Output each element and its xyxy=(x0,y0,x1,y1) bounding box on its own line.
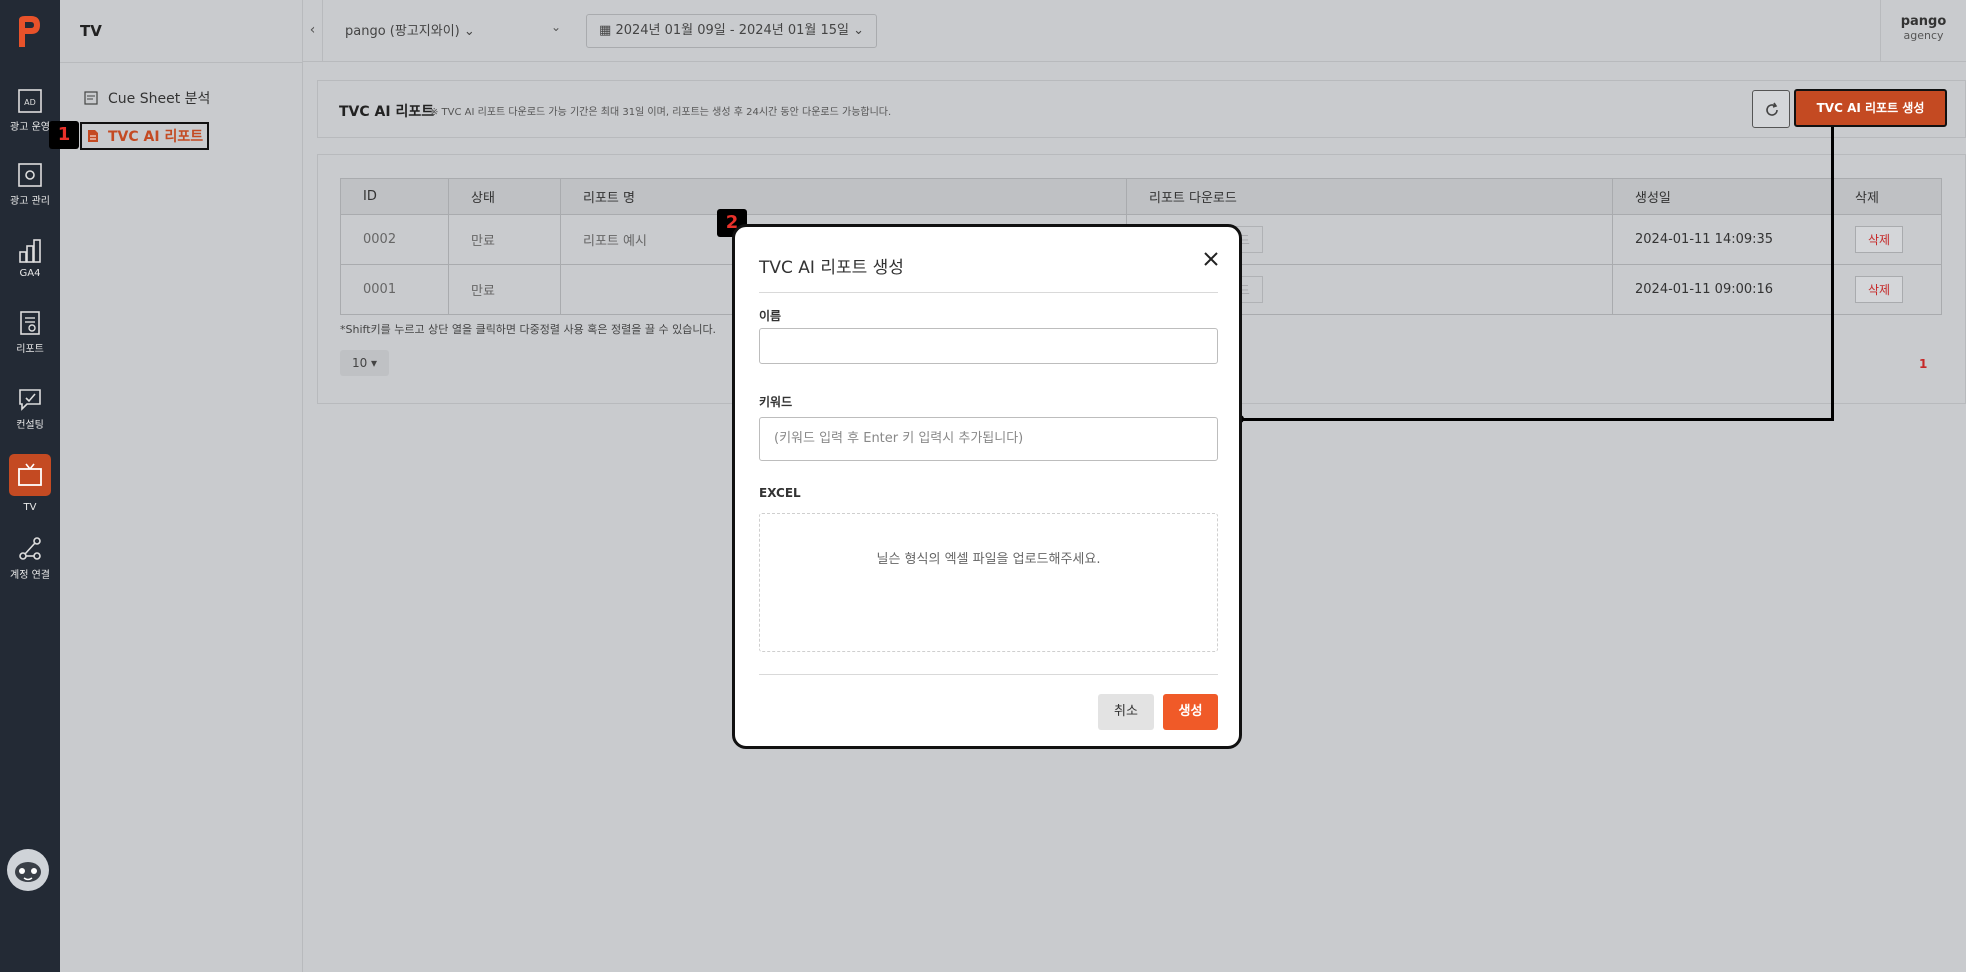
cell-id: 0001 xyxy=(340,264,449,315)
app-logo[interactable] xyxy=(13,14,41,48)
cell-delete: 삭제 xyxy=(1832,264,1942,315)
sidebar-item-label: Cue Sheet 분석 xyxy=(108,91,211,107)
secondary-sidebar: TV Cue Sheet 분석 TVC AI 리포트 xyxy=(60,0,303,972)
name-label: 이름 xyxy=(759,309,782,323)
refresh-icon xyxy=(1766,102,1778,116)
document-icon xyxy=(88,130,98,142)
rail-label: TV xyxy=(23,502,37,513)
cell-created: 2024-01-11 09:00:16 xyxy=(1612,264,1833,315)
col-id[interactable]: ID xyxy=(340,178,449,215)
user-menu[interactable]: pango agency xyxy=(1880,0,1966,62)
sidebar-item-cue-sheet[interactable]: Cue Sheet 분석 xyxy=(84,88,210,108)
modal-divider xyxy=(759,674,1218,675)
delete-button[interactable]: 삭제 xyxy=(1855,226,1904,253)
user-role: agency xyxy=(1903,29,1944,42)
rail-label: 리포트 xyxy=(16,344,44,355)
collapse-sidebar-chevron-icon[interactable]: ‹ xyxy=(303,0,323,62)
table-header-row: ID 상태 리포트 명 리포트 다운로드 생성일 삭제 xyxy=(340,178,1942,215)
cell-id: 0002 xyxy=(340,214,449,265)
col-delete[interactable]: 삭제 xyxy=(1832,178,1942,215)
report-icon xyxy=(17,310,43,336)
create-button[interactable]: 생성 xyxy=(1163,694,1218,730)
ad-settings-icon xyxy=(17,162,43,188)
col-created[interactable]: 생성일 xyxy=(1612,178,1833,215)
chatbot-avatar-icon[interactable] xyxy=(7,849,49,891)
user-name: pango xyxy=(1900,14,1947,29)
page-size-select[interactable]: 10 ▾ xyxy=(340,350,389,376)
excel-upload-dropzone[interactable]: 닐슨 형식의 엑셀 파일을 업로드해주세요. xyxy=(759,513,1218,652)
modal-title: TVC AI 리포트 생성 xyxy=(759,258,904,278)
list-icon xyxy=(84,91,98,105)
close-icon[interactable] xyxy=(1202,250,1220,268)
account-name: pango (팡고지와이) xyxy=(345,24,460,39)
consulting-icon xyxy=(17,386,43,412)
sidebar-item-tvc-ai-report[interactable]: TVC AI 리포트 xyxy=(80,122,210,150)
rail-item-account-link[interactable]: 계정 연결 xyxy=(0,536,60,581)
cell-created: 2024-01-11 14:09:35 xyxy=(1612,214,1833,265)
upload-hint: 닐슨 형식의 엑셀 파일을 업로드해주세요. xyxy=(876,552,1101,567)
connector-line xyxy=(1242,418,1834,421)
excel-label: EXCEL xyxy=(759,486,801,500)
sort-hint: *Shift키를 누르고 상단 열을 클릭하면 다중정렬 사용 혹은 정렬을 끌… xyxy=(340,323,717,336)
sidebar-item-label: TVC AI 리포트 xyxy=(108,129,204,145)
rail-item-tv[interactable]: TV xyxy=(0,454,60,513)
page-title: TVC AI 리포트 xyxy=(339,104,435,120)
rail-label: GA4 xyxy=(19,268,41,279)
top-bar: ‹ pango (팡고지와이) ⌄ ⌄ ▦ 2024년 01월 09일 - 20… xyxy=(303,0,1966,62)
keyword-input[interactable]: (키워드 입력 후 Enter 키 입력시 추가됩니다) xyxy=(759,417,1218,461)
report-header-card: TVC AI 리포트 ※ TVC AI 리포트 다운로드 가능 기간은 최대 3… xyxy=(317,80,1966,138)
col-report-name[interactable]: 리포트 명 xyxy=(560,178,1127,215)
date-range-picker[interactable]: ▦ 2024년 01월 09일 - 2024년 01월 15일 ⌄ xyxy=(586,14,878,48)
keyword-label: 키워드 xyxy=(759,395,793,409)
refresh-button[interactable] xyxy=(1752,90,1790,128)
calendar-icon: ▦ xyxy=(599,23,612,38)
pagination-page[interactable]: 1 xyxy=(1919,357,1927,371)
col-download[interactable]: 리포트 다운로드 xyxy=(1126,178,1613,215)
ad-icon: AD xyxy=(17,88,43,114)
rail-item-consulting[interactable]: 컨설팅 xyxy=(0,386,60,431)
delete-button[interactable]: 삭제 xyxy=(1855,276,1904,303)
rail-item-ad-manage[interactable]: 광고 관리 xyxy=(0,162,60,207)
col-status[interactable]: 상태 xyxy=(448,178,561,215)
account-selector[interactable]: pango (팡고지와이) ⌄ xyxy=(345,20,475,39)
connector-line xyxy=(1831,127,1834,421)
rail-item-ga4[interactable]: GA4 xyxy=(0,238,60,279)
bar-chart-icon xyxy=(17,238,43,264)
share-icon xyxy=(17,536,43,562)
create-report-button[interactable]: TVC AI 리포트 생성 xyxy=(1794,89,1947,127)
name-input[interactable] xyxy=(759,328,1218,364)
cell-delete: 삭제 xyxy=(1832,214,1942,265)
cell-status: 만료 xyxy=(448,264,561,315)
rail-label: 광고 운영 xyxy=(10,122,50,133)
rail-item-report[interactable]: 리포트 xyxy=(0,310,60,355)
rail-label: 광고 관리 xyxy=(10,196,50,207)
create-report-modal: TVC AI 리포트 생성 이름 키워드 (키워드 입력 후 Enter 키 입… xyxy=(732,224,1242,749)
chevron-down-icon[interactable]: ⌄ xyxy=(551,20,561,34)
cancel-button[interactable]: 취소 xyxy=(1098,694,1154,730)
cell-status: 만료 xyxy=(448,214,561,265)
page-note: ※ TVC AI 리포트 다운로드 가능 기간은 최대 31일 이며, 리포트는… xyxy=(430,107,892,118)
page-size-value: 10 xyxy=(351,356,368,370)
sidebar-divider xyxy=(60,62,303,63)
step-marker-1: 1 xyxy=(49,121,79,149)
date-range-text: 2024년 01월 09일 - 2024년 01월 15일 xyxy=(615,23,850,38)
sidebar-title: TV xyxy=(80,22,102,40)
svg-text:AD: AD xyxy=(24,98,36,107)
rail-label: 컨설팅 xyxy=(16,420,44,431)
modal-divider xyxy=(759,292,1218,293)
tv-icon xyxy=(9,454,51,496)
rail-label: 계정 연결 xyxy=(10,570,50,581)
